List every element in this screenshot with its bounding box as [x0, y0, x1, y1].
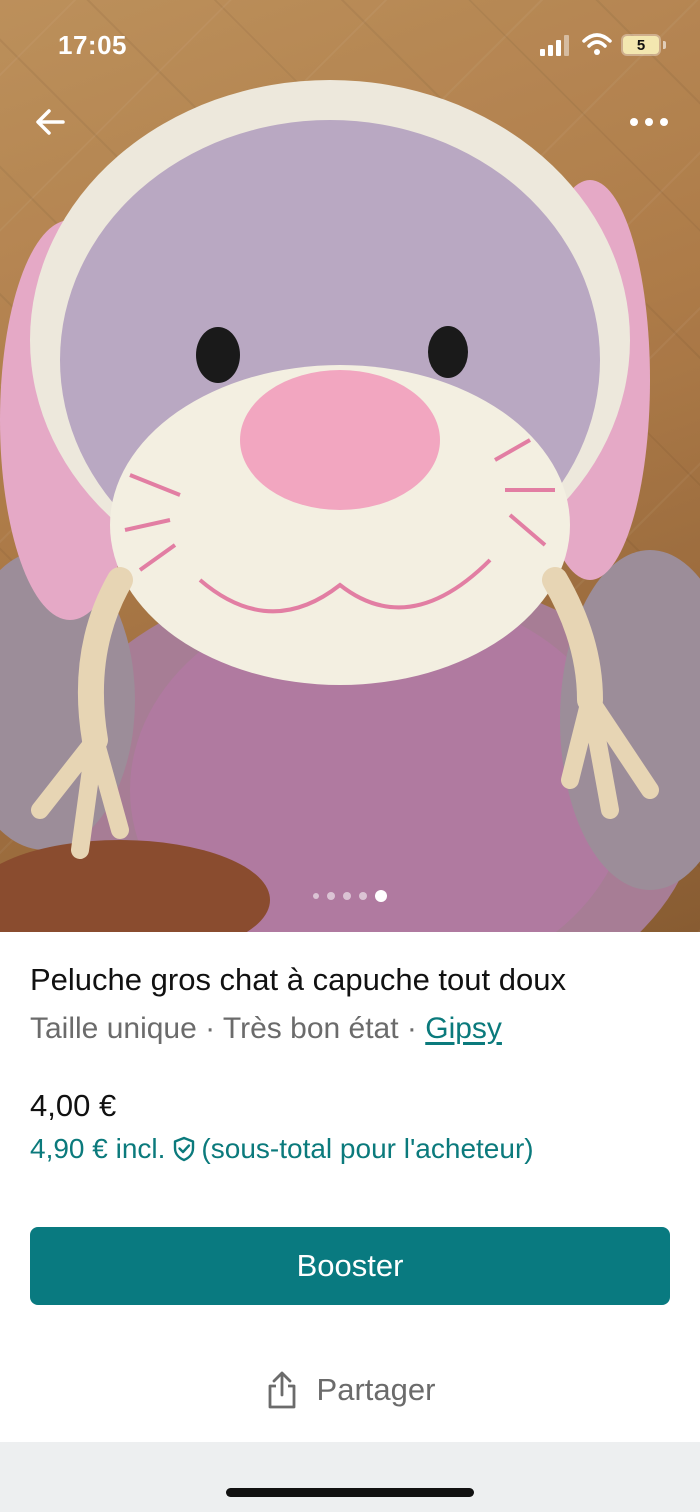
meta-separator: ·	[196, 1012, 223, 1045]
wifi-icon	[582, 33, 612, 55]
bottom-band	[0, 1442, 700, 1512]
pagination-dot[interactable]	[313, 893, 319, 899]
status-time: 17:05	[58, 30, 127, 60]
buyer-price-note: (sous-total pour l'acheteur)	[201, 1133, 534, 1164]
battery-tip	[663, 41, 666, 49]
arrow-left-icon	[36, 109, 65, 135]
pagination-dot[interactable]	[343, 892, 351, 900]
more-options-button[interactable]	[624, 100, 674, 144]
item-photo[interactable]: 17:05 5	[0, 0, 700, 932]
battery-level: 5	[623, 36, 659, 54]
brand-link[interactable]: Gipsy	[425, 1012, 502, 1045]
pagination-dot-active[interactable]	[375, 890, 387, 902]
item-size: Taille unique	[30, 1012, 197, 1045]
booster-button[interactable]: Booster	[30, 1227, 670, 1305]
battery-icon: 5	[621, 34, 661, 56]
photo-pagination[interactable]	[0, 889, 700, 903]
share-button[interactable]: Partager	[0, 1360, 700, 1420]
share-label: Partager	[316, 1372, 436, 1407]
plush-photo	[0, 0, 700, 932]
shield-check-icon	[171, 1136, 197, 1162]
item-price: 4,00 €	[30, 1088, 117, 1123]
pagination-dot[interactable]	[359, 892, 367, 900]
home-indicator[interactable]	[226, 1488, 474, 1497]
pagination-dot[interactable]	[327, 892, 335, 900]
status-bar: 17:05 5	[0, 0, 700, 90]
share-icon	[265, 1370, 299, 1410]
buyer-price-link[interactable]: 4,90 € incl. (sous-total pour l'acheteur…	[30, 1133, 534, 1165]
back-button[interactable]	[28, 100, 72, 144]
buyer-price-value: 4,90 € incl.	[30, 1133, 166, 1164]
signal-icon	[540, 35, 569, 56]
item-meta: Taille unique · Très bon état · Gipsy	[30, 1012, 502, 1046]
item-title: Peluche gros chat à capuche tout doux	[30, 962, 566, 997]
meta-separator: ·	[398, 1012, 426, 1045]
item-condition: Très bon état	[222, 1012, 399, 1045]
more-dots-icon	[630, 118, 668, 126]
